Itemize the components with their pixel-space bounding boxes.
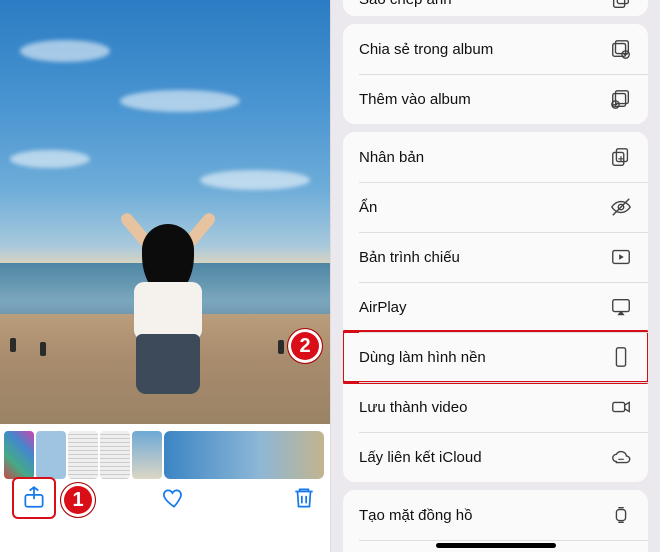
screenshot-container: 1 2 Sao chép ảnh Chia sẻ trong album Thê… — [0, 0, 660, 552]
delete-button[interactable] — [290, 484, 318, 512]
action-add-album[interactable]: Thêm vào album — [343, 74, 648, 124]
thumbnail[interactable] — [68, 431, 98, 479]
action-label: Dùng làm hình nền — [359, 349, 486, 366]
action-hide[interactable]: Ẩn — [343, 182, 648, 232]
hide-icon — [608, 194, 634, 220]
action-label: Lấy liên kết iCloud — [359, 449, 482, 466]
home-indicator[interactable] — [436, 543, 556, 548]
copy-icon — [608, 0, 634, 12]
add-album-icon — [608, 86, 634, 112]
action-watchface[interactable]: Tạo mặt đồng hồ — [343, 490, 648, 540]
thumbnail[interactable] — [4, 431, 34, 479]
action-group-top: Sao chép ảnh — [343, 0, 648, 16]
favorite-button[interactable] — [159, 484, 187, 512]
photo-figure — [40, 342, 46, 356]
action-label: Sao chép ảnh — [359, 0, 452, 8]
action-label: Bản trình chiếu — [359, 249, 460, 266]
action-label: Tạo mặt đồng hồ — [359, 507, 472, 524]
action-label: Thêm vào album — [359, 91, 471, 108]
share-button[interactable] — [12, 477, 56, 519]
action-save-video[interactable]: Lưu thành video — [343, 382, 648, 432]
action-label: Lưu thành video — [359, 399, 467, 416]
watch-icon — [608, 502, 634, 528]
action-label: Chia sẻ trong album — [359, 41, 493, 58]
photo-cloud — [20, 40, 110, 62]
phone-icon — [608, 344, 634, 370]
heart-icon — [160, 485, 186, 511]
action-wallpaper[interactable]: Dùng làm hình nền — [343, 332, 648, 382]
share-sheet: Sao chép ảnh Chia sẻ trong album Thêm và… — [330, 0, 660, 552]
photo-viewer[interactable] — [0, 0, 330, 424]
photo-figure — [10, 338, 16, 352]
video-icon — [608, 394, 634, 420]
action-label: Ẩn — [359, 199, 377, 216]
airplay-icon — [608, 294, 634, 320]
photos-app-left: 1 2 — [0, 0, 330, 552]
action-group-main: Nhân bản Ẩn Bản trình chiếu AirPlay Dùng… — [343, 132, 648, 482]
action-slideshow[interactable]: Bản trình chiếu — [343, 232, 648, 282]
bottom-toolbar — [0, 474, 330, 522]
action-airplay[interactable]: AirPlay — [343, 282, 648, 332]
share-icon — [20, 483, 48, 511]
photo-cloud — [200, 170, 310, 190]
annotation-step-1: 1 — [60, 482, 96, 518]
thumbnail-selected[interactable] — [164, 431, 324, 479]
photo-cloud — [120, 90, 240, 112]
action-icloud-link[interactable]: Lấy liên kết iCloud — [343, 432, 648, 482]
thumbnail[interactable] — [100, 431, 130, 479]
action-copy-photo[interactable]: Sao chép ảnh — [343, 0, 648, 16]
thumbnail[interactable] — [36, 431, 66, 479]
photo-figure — [278, 340, 284, 354]
action-share-album[interactable]: Chia sẻ trong album — [343, 24, 648, 74]
cloud-link-icon — [608, 444, 634, 470]
thumbnail-strip[interactable] — [2, 430, 328, 480]
shared-album-icon — [608, 36, 634, 62]
duplicate-icon — [608, 144, 634, 170]
action-label: AirPlay — [359, 299, 407, 316]
thumbnail[interactable] — [132, 431, 162, 479]
trash-icon — [291, 485, 317, 511]
slideshow-icon — [608, 244, 634, 270]
photo-subject — [110, 204, 220, 424]
action-label: Nhân bản — [359, 149, 424, 166]
action-duplicate[interactable]: Nhân bản — [343, 132, 648, 182]
annotation-step-2: 2 — [287, 328, 323, 364]
photo-cloud — [10, 150, 90, 168]
action-group-album: Chia sẻ trong album Thêm vào album — [343, 24, 648, 124]
